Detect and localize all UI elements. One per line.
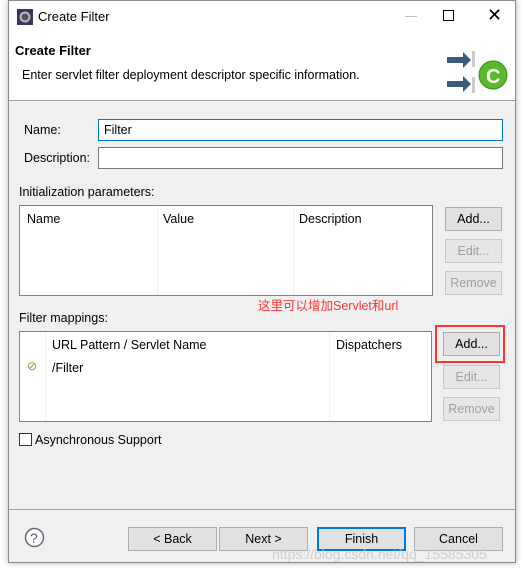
create-filter-dialog: Create Filter ✕ Create Filter Enter serv… [8,0,516,563]
mapping-remove-button[interactable]: Remove [443,397,500,421]
filter-mappings-label: Filter mappings: [19,311,108,325]
init-remove-button[interactable]: Remove [445,271,502,295]
eclipse-icon [17,9,33,25]
watermark: https://blog.csdn.net/qq_15585305 [272,546,487,562]
name-label: Name: [24,123,61,137]
help-icon[interactable]: ? [24,527,45,548]
description-input[interactable] [98,147,503,169]
async-label[interactable]: Asynchronous Support [35,433,161,447]
table-row[interactable]: ⊘ /Filter [20,358,431,378]
minimize-icon[interactable] [405,16,417,17]
footer-divider [9,509,515,510]
filter-mappings-table[interactable]: URL Pattern / Servlet Name Dispatchers ⊘… [19,331,432,422]
column-header-url-pattern[interactable]: URL Pattern / Servlet Name [52,338,206,352]
wizard-header: Create Filter Enter servlet filter deplo… [9,33,515,101]
mapping-add-button[interactable]: Add... [443,332,500,356]
column-header-description[interactable]: Description [299,212,362,226]
back-button[interactable]: < Back [128,527,217,551]
filter-wizard-icon: C [447,51,508,93]
column-header-dispatchers[interactable]: Dispatchers [336,338,402,352]
svg-text:C: C [486,66,500,88]
url-mapping-icon: ⊘ [27,359,38,373]
url-pattern-cell: /Filter [52,361,84,375]
init-edit-button[interactable]: Edit... [445,239,502,263]
close-icon[interactable]: ✕ [487,5,502,26]
init-params-label: Initialization parameters: [19,185,155,199]
async-checkbox[interactable] [19,433,32,446]
svg-text:?: ? [30,530,38,546]
page-title: Create Filter [15,43,91,58]
column-header-value[interactable]: Value [163,212,194,226]
column-header-name[interactable]: Name [27,212,60,226]
init-params-table[interactable]: Name Value Description [19,205,433,296]
window-title: Create Filter [38,9,110,24]
init-add-button[interactable]: Add... [445,207,502,231]
mapping-edit-button[interactable]: Edit... [443,365,500,389]
page-description: Enter servlet filter deployment descript… [22,68,360,82]
annotation-text: 这里可以增加Servlet和url [258,299,399,313]
title-bar: Create Filter ✕ [9,1,515,33]
description-label: Description: [24,151,90,165]
name-input[interactable] [98,119,503,141]
maximize-icon[interactable] [443,10,454,21]
